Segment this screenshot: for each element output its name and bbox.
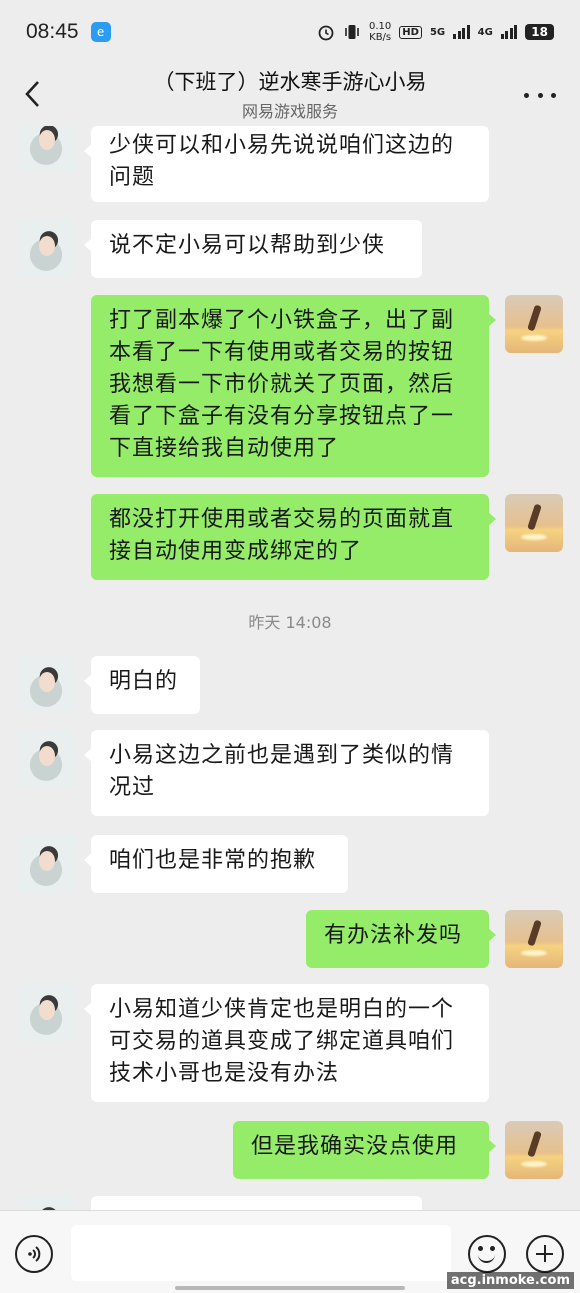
sim2-label: 4G <box>477 26 493 38</box>
contact-avatar[interactable] <box>17 984 75 1042</box>
plus-icon[interactable] <box>526 1235 564 1273</box>
app-notification-icon: e <box>90 22 111 42</box>
message-bubble[interactable]: 有办法补发吗 <box>306 910 496 968</box>
message-timestamp: 昨天 14:08 <box>248 613 332 632</box>
vibrate-icon <box>345 25 359 39</box>
message-bubble-partial[interactable] <box>91 1196 422 1210</box>
message-bubble[interactable]: 打了副本爆了个小铁盒子，出了副 本看了一下有使用或者交易的按钮 我想看一下市价就… <box>91 295 496 477</box>
user-avatar[interactable] <box>505 910 563 968</box>
message-bubble[interactable]: 说不定小易可以帮助到少侠 <box>84 220 422 278</box>
signal-icon <box>453 25 470 39</box>
user-avatar[interactable] <box>505 295 563 353</box>
voice-icon[interactable] <box>15 1235 53 1273</box>
status-time: 08:45 <box>26 20 79 43</box>
message-bubble[interactable]: 小易知道少侠肯定也是明白的一个 可交易的道具变成了绑定道具咱们 技术小哥也是没有… <box>84 984 489 1102</box>
chat-subtitle: 网易游戏服务 <box>241 102 338 121</box>
message-list[interactable]: 少侠可以和小易先说说咱们这边的 问题 说不定小易可以帮助到少侠 打了副本爆了个小… <box>0 126 580 1210</box>
watermark: acg.inmoke.com <box>446 1272 574 1289</box>
sim1-label: 5G <box>429 26 446 38</box>
home-indicator[interactable] <box>175 1286 405 1290</box>
message-bubble[interactable]: 但是我确实没点使用 <box>233 1121 496 1179</box>
chat-header: （下班了）逆水寒手游心小易 网易游戏服务 <box>0 64 580 126</box>
contact-avatar[interactable] <box>17 126 75 172</box>
message-bubble[interactable]: 都没打开使用或者交易的页面就直 接自动使用变成绑定的了 <box>91 494 496 580</box>
user-avatar[interactable] <box>505 1121 563 1179</box>
alarm-icon <box>318 25 334 41</box>
contact-avatar[interactable] <box>17 730 75 788</box>
contact-avatar[interactable] <box>17 835 75 893</box>
network-speed-unit: KB/s <box>369 32 392 43</box>
hd-badge: HD <box>399 25 422 39</box>
user-avatar[interactable] <box>505 494 563 552</box>
contact-avatar-partial[interactable] <box>17 1196 75 1210</box>
battery-icon: 18 <box>525 24 554 40</box>
chat-title: （下班了）逆水寒手游心小易 <box>153 70 427 94</box>
message-input[interactable] <box>71 1225 451 1281</box>
network-speed: 0.10 KB/s <box>369 21 391 43</box>
emoji-icon[interactable] <box>468 1235 506 1273</box>
contact-avatar[interactable] <box>17 220 75 278</box>
signal-icon-2 <box>500 25 518 39</box>
status-indicators: 0.10 KB/s HD 5G 4G 18 <box>317 21 554 43</box>
status-bar: 08:45 e 0.10 KB/s HD 5G 4G 18 <box>0 0 580 64</box>
more-icon[interactable] <box>524 80 556 110</box>
message-bubble[interactable]: 明白的 <box>84 656 200 714</box>
message-bubble[interactable]: 咱们也是非常的抱歉 <box>84 835 348 893</box>
contact-avatar[interactable] <box>17 656 75 714</box>
message-bubble[interactable]: 少侠可以和小易先说说咱们这边的 问题 <box>84 126 489 202</box>
message-bubble[interactable]: 小易这边之前也是遇到了类似的情 况过 <box>84 730 489 816</box>
network-speed-value: 0.10 <box>369 21 392 32</box>
